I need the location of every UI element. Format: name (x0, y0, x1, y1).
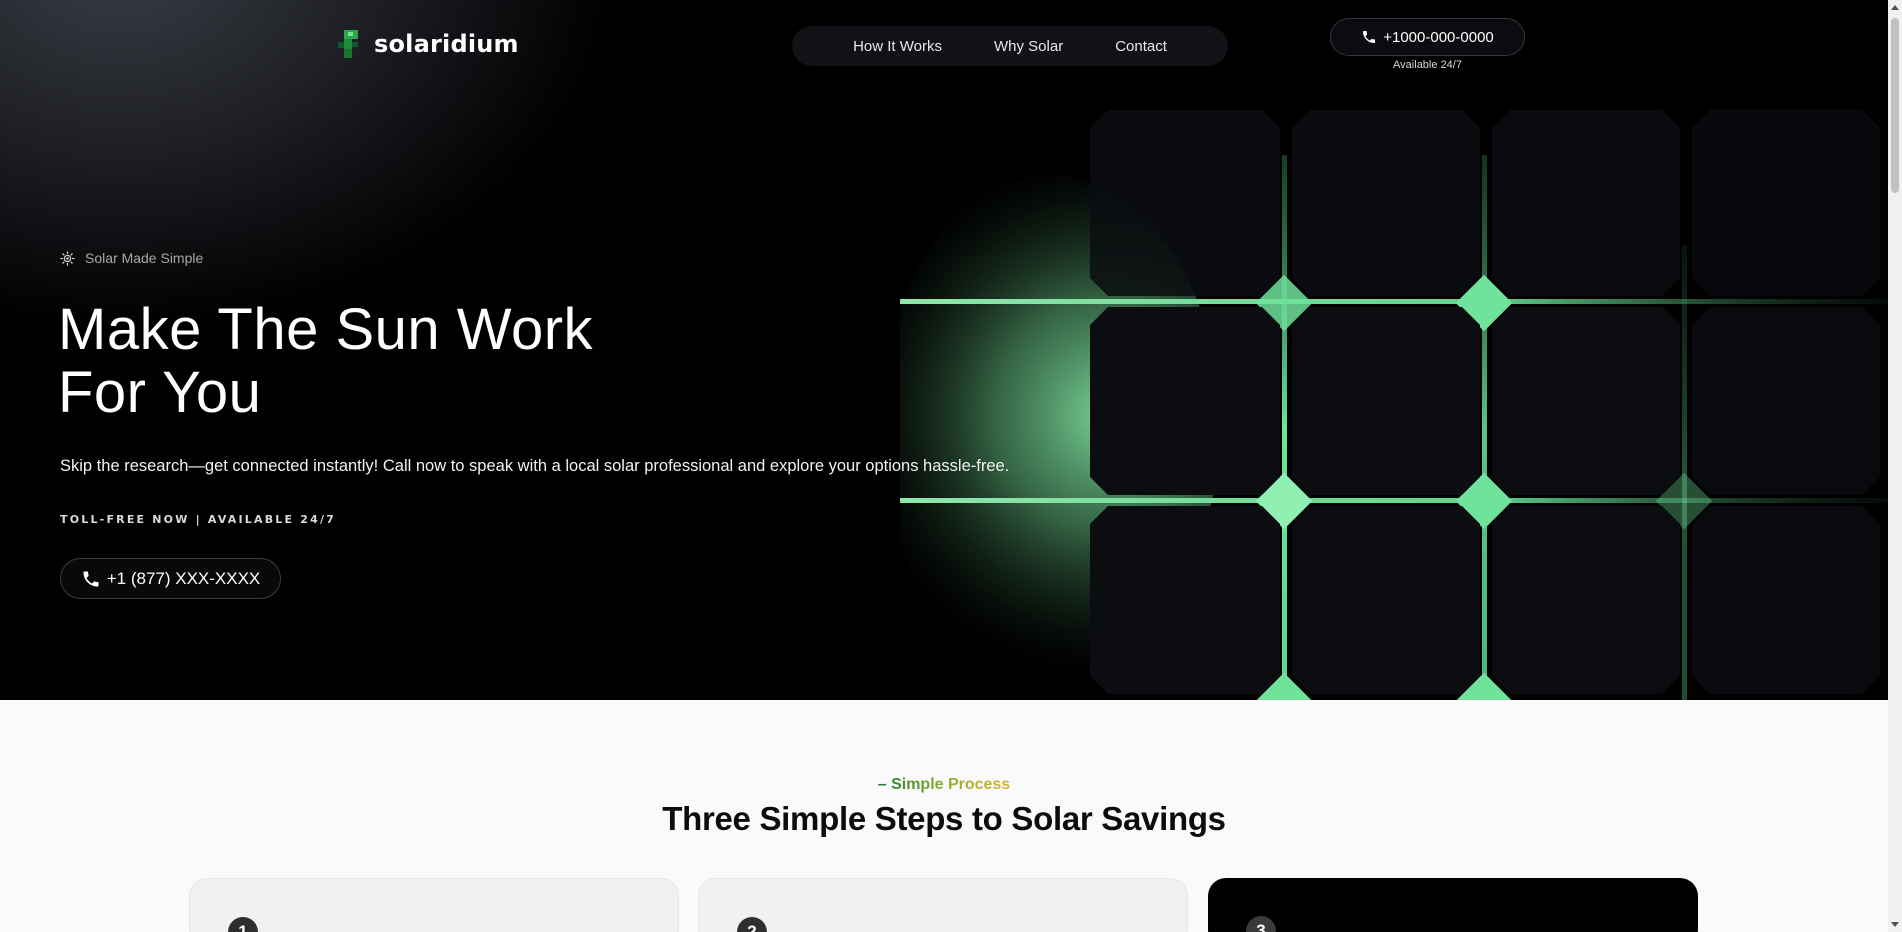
process-title: Three Simple Steps to Solar Savings (662, 800, 1226, 837)
header-phone-number: +1000-000-0000 (1383, 28, 1494, 46)
hero-call-number: +1 (877) XXX-XXXX (106, 568, 261, 588)
main-nav: How It Works Why Solar Contact (792, 26, 1228, 66)
phone-icon (83, 571, 99, 586)
step-number: 3 (1246, 916, 1276, 932)
step-card-3: 3 (1208, 878, 1698, 932)
step-card-2: 2 (698, 878, 1188, 932)
process-eyebrow-label: – Simple Process (877, 776, 1011, 793)
scroll-down-icon[interactable] (1891, 922, 1899, 927)
brand-name: solaridium (374, 30, 519, 58)
hero-eyebrow-label: Solar Made Simple (85, 250, 204, 266)
page-scrollbar[interactable] (1888, 0, 1902, 932)
process-eyebrow: – Simple Process (0, 776, 1888, 794)
tollfree-label: TOLL-FREE NOW | AVAILABLE 24/7 (60, 513, 337, 526)
phone-icon (1363, 31, 1376, 43)
hero-section: solaridium How It Works Why Solar Contac… (0, 0, 1888, 700)
hero-subtitle: Skip the research—get connected instantl… (60, 457, 1010, 475)
step-card-1: 1 (189, 878, 679, 932)
hero-title: Make The Sun Work For You (58, 298, 758, 424)
step-number: 1 (228, 917, 258, 932)
hero-title-line-1: Make The Sun Work (58, 297, 594, 362)
hero-call-button[interactable]: +1 (877) XXX-XXXX (60, 558, 281, 599)
header-availability: Available 24/7 (1393, 59, 1462, 71)
scroll-up-icon[interactable] (1891, 5, 1899, 10)
hero-eyebrow: Solar Made Simple (60, 250, 203, 266)
nav-item-why-solar[interactable]: Why Solar (994, 38, 1063, 55)
nav-item-contact[interactable]: Contact (1115, 38, 1167, 55)
header-phone-button[interactable]: +1000-000-0000 (1330, 18, 1525, 56)
scrollbar-thumb[interactable] (1891, 18, 1899, 193)
step-number: 2 (737, 917, 767, 932)
hero-title-line-2: For You (58, 360, 262, 425)
nav-item-how-it-works[interactable]: How It Works (853, 38, 942, 55)
solar-panel-illustration (900, 95, 1888, 700)
logo-mark-icon (338, 30, 366, 58)
sun-icon (60, 250, 75, 266)
brand-logo[interactable]: solaridium (338, 30, 519, 58)
